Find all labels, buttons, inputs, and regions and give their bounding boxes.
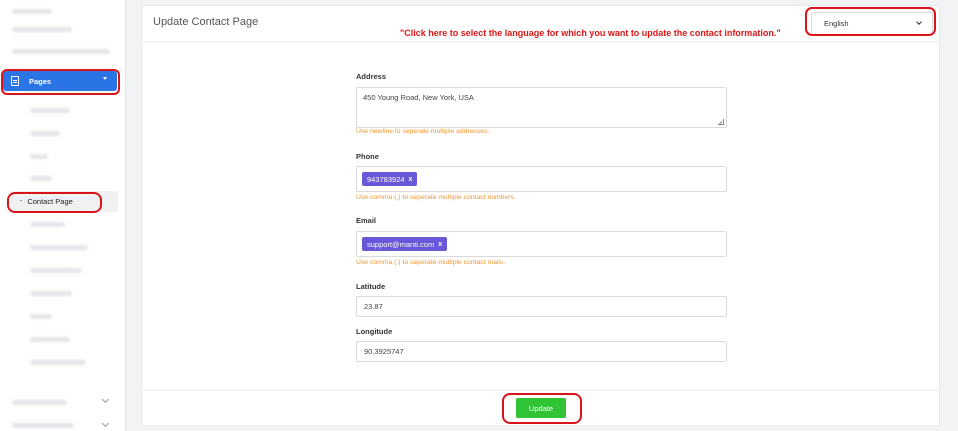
blurred-submenu-item[interactable] (30, 222, 65, 227)
chevron-down-icon (103, 77, 107, 80)
card-footer: Update (142, 390, 939, 425)
latitude-input[interactable]: 23.87 (356, 296, 727, 317)
longitude-value: 90.3925747 (364, 347, 404, 356)
email-tag-value: support@manti.com (367, 239, 435, 249)
phone-tag-input[interactable]: 943783924 x (356, 166, 727, 192)
update-contact-card: Update Contact Page "Click here to selec… (141, 5, 940, 426)
language-select[interactable]: English (811, 12, 933, 35)
blurred-sidebar-item[interactable] (12, 49, 110, 54)
blurred-submenu-item[interactable] (30, 245, 88, 250)
blurred-submenu-item[interactable] (30, 108, 70, 113)
phone-tag-value: 943783924 (367, 174, 405, 184)
phone-help-text: Use comma (,) to seperate multiple conta… (356, 194, 516, 201)
sidebar-item-pages-label: Pages (29, 76, 52, 86)
sidebar: Pages - Contact Page (0, 0, 126, 431)
blurred-submenu-item[interactable] (30, 314, 52, 319)
language-select-value: English (824, 19, 849, 28)
blurred-logo (12, 9, 52, 14)
phone-label: Phone (356, 152, 379, 161)
address-label: Address (356, 72, 387, 81)
email-tag: support@manti.com x (362, 237, 448, 251)
chevron-down-icon (101, 419, 110, 428)
latitude-value: 23.87 (364, 302, 383, 311)
blurred-sidebar-item[interactable] (12, 27, 72, 32)
latitude-label: Latitude (356, 282, 386, 291)
language-hint-annotation: "Click here to select the language for w… (400, 28, 781, 38)
phone-tag: 943783924 x (362, 172, 418, 186)
remove-tag-icon[interactable]: x (409, 176, 413, 183)
card-header: Update Contact Page "Click here to selec… (142, 6, 939, 42)
sidebar-item-pages[interactable]: Pages (3, 71, 117, 91)
blurred-sidebar-item[interactable] (12, 400, 67, 405)
email-label: Email (356, 216, 377, 225)
page-title: Update Contact Page (153, 16, 259, 28)
remove-tag-icon[interactable]: x (438, 241, 442, 248)
submenu-dash: - (20, 198, 23, 205)
chevron-down-icon (916, 19, 922, 25)
blurred-submenu-item[interactable] (30, 154, 48, 159)
page-icon (11, 76, 19, 86)
longitude-label: Longitude (356, 327, 393, 336)
blurred-submenu-item[interactable] (30, 337, 70, 342)
email-help-text: Use comma (,) to seperate multiple conta… (356, 259, 506, 266)
resize-handle-icon[interactable] (718, 119, 724, 125)
blurred-submenu-item[interactable] (30, 131, 60, 136)
address-textarea[interactable]: 450 Young Road, New York, USA (356, 87, 727, 128)
blurred-sidebar-item[interactable] (12, 423, 74, 428)
address-value: 450 Young Road, New York, USA (363, 93, 474, 102)
email-tag-input[interactable]: support@manti.com x (356, 231, 727, 257)
blurred-submenu-item[interactable] (30, 268, 82, 273)
sidebar-item-contact-label: Contact Page (27, 197, 73, 206)
blurred-submenu-item[interactable] (30, 291, 72, 296)
longitude-input[interactable]: 90.3925747 (356, 341, 727, 362)
chevron-down-icon (101, 395, 110, 404)
sidebar-item-contact-page[interactable]: - Contact Page (10, 191, 118, 212)
update-button[interactable]: Update (516, 398, 566, 418)
blurred-submenu-item[interactable] (30, 176, 52, 181)
address-help-text: Use newline to seperate multiple address… (356, 128, 490, 135)
blurred-submenu-item[interactable] (30, 360, 86, 365)
